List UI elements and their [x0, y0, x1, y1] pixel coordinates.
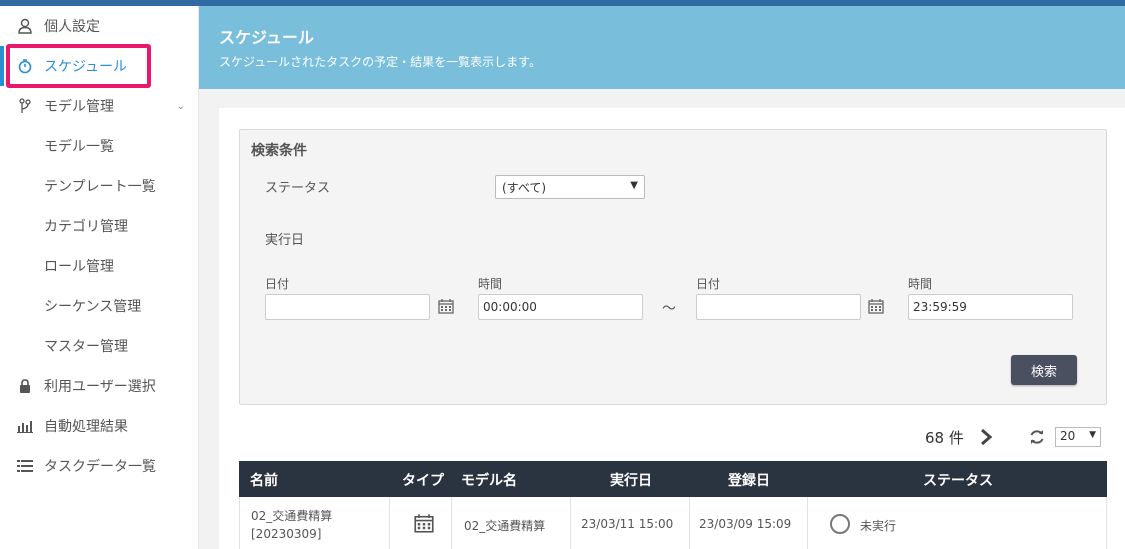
start-time-label: 時間: [478, 277, 503, 291]
column-header-model[interactable]: モデル名: [461, 470, 517, 490]
row-name: 02_交通費精算: [251, 509, 333, 523]
sidebar-item-sequence-management[interactable]: シーケンス管理: [0, 286, 199, 326]
sidebar-item-label: モデル管理: [44, 99, 114, 115]
search-panel-title: 検索条件: [251, 143, 307, 159]
column-header-reg-date[interactable]: 登録日: [728, 470, 770, 490]
end-date-label: 日付: [696, 277, 721, 291]
start-time-input[interactable]: 00:00:00: [478, 294, 643, 320]
chevron-right-icon[interactable]: [979, 428, 993, 446]
page-header: スケジュール スケジュールされたタスクの予定・結果を一覧表示します。: [199, 6, 1125, 89]
user-icon: [16, 17, 34, 35]
calendar-icon[interactable]: [868, 298, 884, 314]
sidebar-item-label: モデル一覧: [44, 139, 114, 155]
status-label: ステータス: [265, 181, 331, 196]
sidebar-item-label: 個人設定: [44, 19, 100, 35]
column-divider: [807, 497, 808, 549]
sidebar-item-model-list[interactable]: モデル一覧: [0, 126, 199, 166]
page-size-value: 20: [1060, 429, 1076, 443]
start-date-input[interactable]: [265, 294, 430, 320]
search-panel: 検索条件 ステータス (すべて) ▼ 実行日 日付 時間 00:00:00 ～ …: [239, 129, 1107, 405]
sidebar: 個人設定 スケジュール モデル管理 ⌄ モデル一覧 テンプレート一覧 カテゴリ管…: [0, 6, 199, 549]
list-icon: [16, 457, 34, 475]
end-time-label: 時間: [908, 277, 933, 291]
sidebar-item-label: シーケンス管理: [44, 299, 142, 315]
sidebar-item-label: テンプレート一覧: [44, 179, 156, 195]
sidebar-item-label: カテゴリ管理: [44, 219, 128, 235]
column-header-type[interactable]: タイプ: [402, 470, 444, 490]
row-status: 未実行: [860, 519, 897, 533]
sidebar-item-task-data-list[interactable]: タスクデータ一覧: [0, 446, 199, 486]
sidebar-item-label: ロール管理: [44, 259, 114, 275]
chevron-down-icon[interactable]: ⌄: [177, 101, 185, 112]
start-date-label: 日付: [265, 277, 290, 291]
end-date-input[interactable]: [696, 294, 861, 320]
table-row[interactable]: 02_交通費精算 [20230309] 02_交通費精算 23/03/11 15…: [239, 497, 1107, 549]
sidebar-item-user-selection[interactable]: 利用ユーザー選択: [0, 366, 199, 406]
branch-icon: [16, 97, 34, 115]
sidebar-item-label: タスクデータ一覧: [44, 459, 156, 475]
chevron-down-icon: ▼: [1089, 430, 1096, 440]
column-divider: [451, 497, 452, 549]
sidebar-item-role-management[interactable]: ロール管理: [0, 246, 199, 286]
column-header-exec-date[interactable]: 実行日: [610, 470, 652, 490]
lock-icon: [16, 377, 34, 395]
column-header-status[interactable]: ステータス: [923, 470, 993, 490]
highlight-annotation: [6, 44, 151, 88]
table-header: 名前 タイプ モデル名 実行日 登録日 ステータス: [239, 461, 1107, 497]
range-separator: ～: [662, 301, 676, 317]
exec-date-label: 実行日: [265, 233, 305, 248]
search-button[interactable]: 検索: [1011, 355, 1077, 385]
page-description: スケジュールされたタスクの予定・結果を一覧表示します。: [219, 55, 541, 69]
sidebar-item-template-list[interactable]: テンプレート一覧: [0, 166, 199, 206]
row-name-date: [20230309]: [251, 527, 322, 541]
calendar-icon[interactable]: [438, 298, 454, 314]
column-divider: [689, 497, 690, 549]
bar-chart-icon: [16, 417, 34, 435]
sidebar-item-label: マスター管理: [44, 339, 128, 355]
column-header-name[interactable]: 名前: [250, 470, 278, 490]
status-circle-icon: [830, 514, 850, 534]
row-model: 02_交通費精算: [464, 519, 546, 533]
sidebar-item-category-management[interactable]: カテゴリ管理: [0, 206, 199, 246]
row-reg-date: 23/03/09 15:09: [699, 517, 792, 531]
row-exec-date: 23/03/11 15:00: [581, 517, 674, 531]
page-title: スケジュール: [219, 28, 314, 47]
end-time-input[interactable]: 23:59:59: [908, 294, 1073, 320]
column-divider: [389, 497, 390, 549]
sidebar-item-auto-process-results[interactable]: 自動処理結果: [0, 406, 199, 446]
column-divider: [570, 497, 571, 549]
content-card: 検索条件 ステータス (すべて) ▼ 実行日 日付 時間 00:00:00 ～ …: [219, 108, 1125, 549]
sidebar-item-label: 自動処理結果: [44, 419, 128, 435]
sidebar-item-personal-settings[interactable]: 個人設定: [0, 6, 199, 46]
sidebar-item-master-management[interactable]: マスター管理: [0, 326, 199, 366]
sidebar-item-label: 利用ユーザー選択: [44, 379, 156, 395]
result-count: 68 件: [925, 429, 964, 447]
status-select-value: (すべて): [502, 181, 547, 195]
calendar-icon: [414, 514, 434, 533]
status-select[interactable]: (すべて) ▼: [495, 175, 645, 199]
page-size-select[interactable]: 20 ▼: [1055, 427, 1101, 447]
refresh-icon[interactable]: [1029, 429, 1045, 445]
chevron-down-icon: ▼: [630, 180, 638, 191]
sidebar-item-model-management[interactable]: モデル管理 ⌄: [0, 86, 199, 126]
